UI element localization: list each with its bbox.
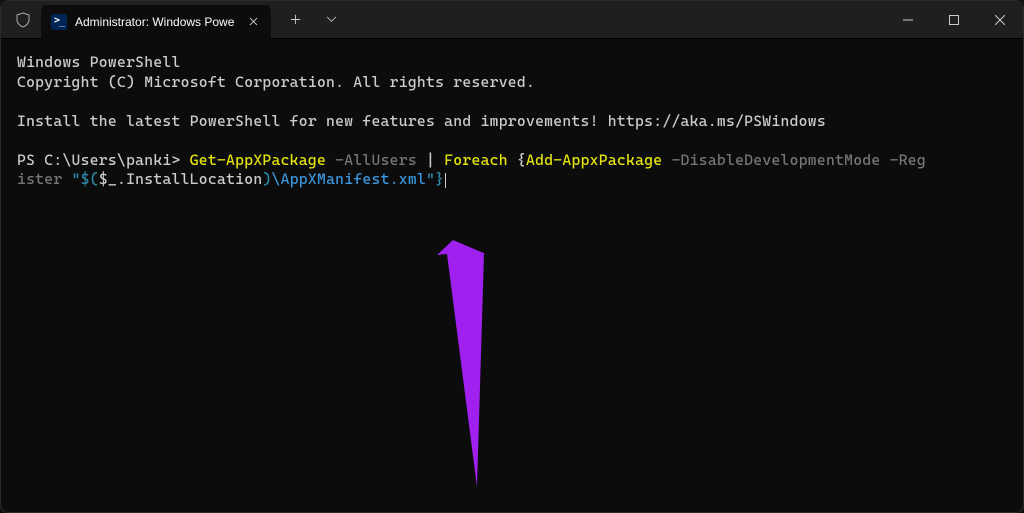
uac-shield-icon xyxy=(15,12,31,28)
prompt-text: PS C:\Users\panki> xyxy=(17,151,190,169)
cmd-token: Add-AppxPackage xyxy=(526,151,662,169)
banner-line: Windows PowerShell xyxy=(17,53,1007,73)
cmd-token: "$( xyxy=(62,170,98,188)
banner-line: Copyright (C) Microsoft Corporation. All… xyxy=(17,73,1007,93)
banner-line: Install the latest PowerShell for new fe… xyxy=(17,112,1007,132)
annotation-arrow-icon xyxy=(381,237,501,497)
cmd-token: $_ xyxy=(99,170,117,188)
cmd-token: Get-AppXPackage xyxy=(190,151,326,169)
tab-actions xyxy=(279,4,347,36)
window-controls xyxy=(885,1,1023,39)
tab-title-text: Administrator: Windows Powe xyxy=(75,15,235,29)
cmd-token: { xyxy=(508,151,526,169)
powershell-icon xyxy=(51,14,67,30)
title-bar: Administrator: Windows Powe xyxy=(1,1,1023,39)
active-tab[interactable]: Administrator: Windows Powe xyxy=(41,5,271,39)
minimize-button[interactable] xyxy=(885,1,931,39)
cmd-token: "} xyxy=(426,170,444,188)
cmd-token: \AppXManifest.xml xyxy=(272,170,427,188)
terminal-content[interactable]: Windows PowerShell Copyright (C) Microso… xyxy=(1,39,1023,206)
cursor-icon xyxy=(445,173,446,188)
cmd-token: -AllUsers xyxy=(326,151,417,169)
cmd-token: Foreach xyxy=(444,151,508,169)
new-tab-button[interactable] xyxy=(279,4,311,36)
maximize-button[interactable] xyxy=(931,1,977,39)
cmd-token: -Reg xyxy=(881,151,926,169)
cmd-token: | xyxy=(417,151,444,169)
command-line-2: ister "$($_.InstallLocation)\AppXManifes… xyxy=(17,170,1007,190)
cmd-token: -DisableDevelopmentMode xyxy=(662,151,880,169)
command-line-1: PS C:\Users\panki> Get-AppXPackage -AllU… xyxy=(17,151,1007,171)
close-window-button[interactable] xyxy=(977,1,1023,39)
tab-close-button[interactable] xyxy=(243,12,263,32)
cmd-token: .InstallLocation xyxy=(117,170,262,188)
cmd-token: ) xyxy=(262,170,271,188)
tab-dropdown-button[interactable] xyxy=(315,4,347,36)
cmd-token: ister xyxy=(17,170,62,188)
blank-line xyxy=(17,92,1007,112)
blank-line xyxy=(17,131,1007,151)
